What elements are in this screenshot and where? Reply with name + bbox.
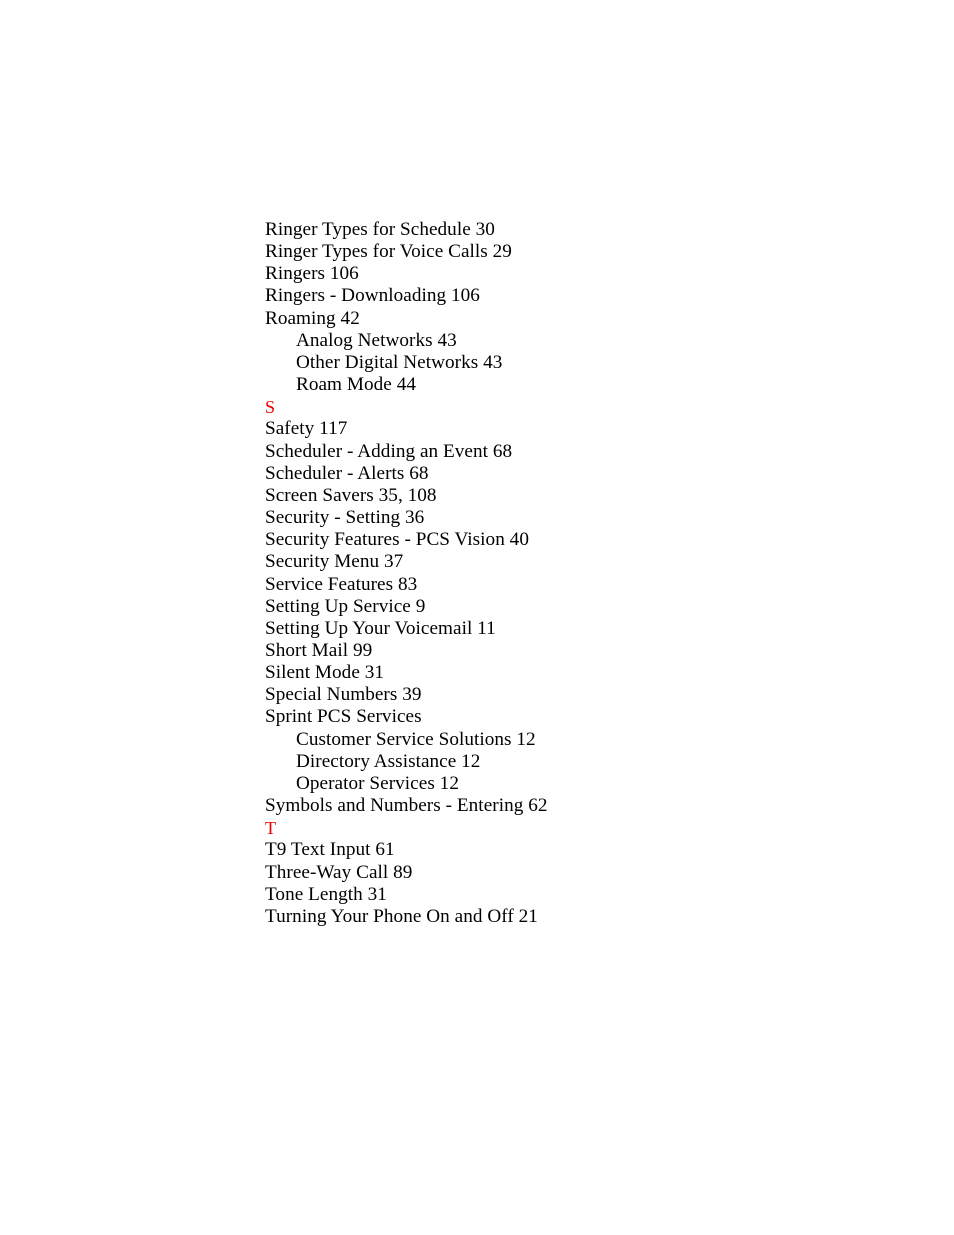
index-entry: Scheduler - Adding an Event 68 [265, 440, 513, 462]
index-entry: Turning Your Phone On and Off 21 [265, 905, 538, 927]
index-entry-list: Ringer Types for Schedule 30 Ringer Types… [265, 219, 865, 928]
index-entry: Scheduler - Alerts 68 [265, 462, 429, 484]
index-entry: Silent Mode 31 [265, 662, 385, 684]
index-entry: Three-Way Call 89 [265, 861, 413, 883]
index-subentry: Other Digital Networks 43 [296, 351, 503, 373]
index-entry: Security Features - PCS Vision 40 [265, 529, 529, 551]
index-entry: T9 Text Input 61 [265, 839, 395, 861]
index-entry: Service Features 83 [265, 573, 418, 595]
index-entry: Short Mail 99 [265, 639, 373, 661]
index-entry: Security - Setting 36 [265, 507, 425, 529]
index-page: Ringer Types for Schedule 30 Ringer Types… [0, 0, 954, 1235]
index-entry: Security Menu 37 [265, 551, 404, 573]
index-entry: Ringers 106 [265, 263, 359, 285]
index-entry: Special Numbers 39 [265, 684, 422, 706]
index-entry: Ringers - Downloading 106 [265, 285, 480, 307]
index-entry: Ringer Types for Voice Calls 29 [265, 241, 512, 263]
index-entry: Screen Savers 35, 108 [265, 484, 437, 506]
index-section-letter: S [265, 397, 276, 418]
index-subentry: Analog Networks 43 [296, 329, 457, 351]
index-entry: Setting Up Your Voicemail 11 [265, 617, 496, 639]
index-subentry: Operator Services 12 [296, 772, 459, 794]
index-subentry: Customer Service Solutions 12 [296, 728, 536, 750]
index-entry: Setting Up Service 9 [265, 595, 426, 617]
index-entry: Sprint PCS Services [265, 706, 422, 728]
index-entry: Ringer Types for Schedule 30 [265, 219, 495, 240]
index-entry: Symbols and Numbers - Entering 62 [265, 795, 548, 817]
index-entry: Safety 117 [265, 418, 348, 440]
index-subentry: Roam Mode 44 [296, 374, 416, 396]
index-entry: Tone Length 31 [265, 883, 387, 905]
index-section-letter: T [265, 818, 276, 839]
index-subentry: Directory Assistance 12 [296, 750, 481, 772]
index-entry: Roaming 42 [265, 307, 360, 329]
